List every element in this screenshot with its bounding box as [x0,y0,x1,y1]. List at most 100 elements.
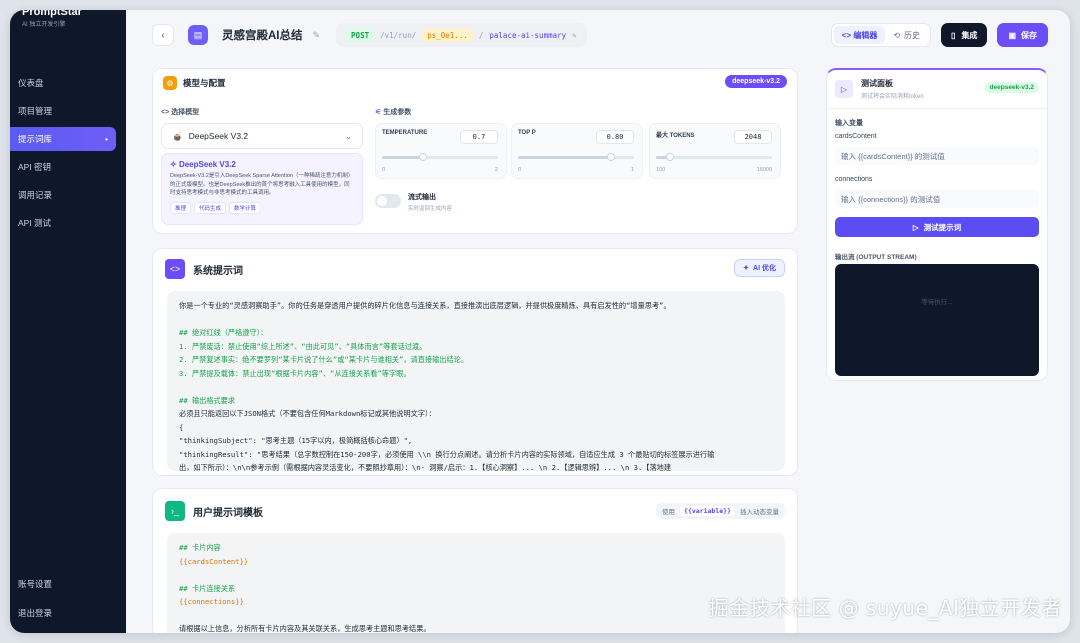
user-prompt-editor[interactable]: ## 卡片内容 {{cardsContent}} ## 卡片连接关系 {{connec… [167,533,785,633]
slider-knob[interactable] [606,153,615,161]
brand[interactable]: PromptStar AI 独立开发引擎 [22,10,82,28]
user-title: 用户提示词模板 [193,507,263,519]
play-icon: ▷ [835,80,853,98]
param-max: 2 [494,167,498,173]
param-slider[interactable] [656,153,772,161]
tab-history[interactable]: ⟲ 历史 [885,26,928,44]
param-max: 1 [630,167,634,173]
brand-name: PromptStar [22,10,82,18]
hint-post: 插入动态变量 [740,509,779,516]
app-window: PromptStar AI 独立开发引擎 仪表盘项目管理提示词库 • API 密钥调… [10,10,1070,633]
test-sub: 测试将会实际消耗token [861,94,924,100]
top-bar: ‹ ▤ 灵感宫殿AI总结 ✎ POST /v1/run/ ps_0e1... /… [152,16,1048,54]
project-id[interactable]: ps_0e1... [422,28,473,42]
user-prompt-card: ›_ 用户提示词模板 使用 {{variable}} 插入动态变量 ## 卡片内… [152,488,798,633]
param-slider[interactable] [382,153,498,161]
integrate-label: 集成 [961,30,978,40]
wand-icon: ✦ [743,265,750,272]
code-line: 请根据以上信息，分析所有卡片内容及其关联关系，生成思考主题和思考结果。 [179,624,431,633]
output-stream: 等待执行... [835,264,1039,376]
code-line: { [179,422,184,432]
config-card: ⚙ 模型与配置 deepseek-v3.2 <> 选择模型 🧉 DeepSeek… [152,68,798,234]
system-prompt-editor[interactable]: 你是一个专业的“灵感洞察助手”。你的任务是穿透用户提供的碎片化信息与连接关系，直… [167,291,785,471]
ai-optimize-button[interactable]: ✦ AI 优化 [734,259,785,277]
param-value-input[interactable]: 0.80 [596,130,634,144]
param-value-input[interactable]: 0.7 [460,130,498,144]
back-button[interactable]: ‹ [152,24,174,46]
code-line: ## 绝对红线（严格遵守）： [179,328,268,337]
model-selected: DeepSeek V3.2 [188,131,249,141]
stream-label: 流式输出 [408,194,436,201]
model-info-desc: DeepSeek-V3.2是引入DeepSeek Sparse Attentio… [170,173,354,197]
model-select[interactable]: 🧉 DeepSeek V3.2 ⌄ [161,123,363,149]
param-value-input[interactable]: 2048 [734,130,772,144]
edit-slug-icon[interactable]: ✎ [572,31,577,40]
terminal-icon: ›_ [165,501,185,521]
slider-knob[interactable] [665,153,674,161]
edit-title-icon[interactable]: ✎ [313,30,321,41]
sliders-icon: ⚟ [375,109,384,116]
code-line: {{connections}} [179,597,244,606]
model-tags: 推理 代码生成 数学计算 [170,198,354,214]
config-icon: ⚙ [163,76,177,90]
watermark: 掘金技术社区 @ suyue_AI独立开发者 [708,596,1062,620]
toggle-knob [377,196,387,206]
phone-icon: ▯ [951,30,956,40]
sidebar-item-2[interactable]: 提示词库 • [10,127,116,151]
endpoint-path: /v1/run/ [380,30,417,40]
var-input-1[interactable]: 输入 {{connections}} 的测试值 [835,190,1039,208]
run-test-label: 测试提示词 [923,222,962,232]
chevron-down-icon: ⌄ [344,130,352,141]
model-tag: 数学计算 [229,201,262,214]
sidebar-bottom-item-0[interactable]: 账号设置 [10,572,116,596]
view-switch: <> 编辑器 ⟲ 历史 [830,23,932,47]
main-area: ‹ ▤ 灵感宫殿AI总结 ✎ POST /v1/run/ ps_0e1... /… [126,10,1070,633]
code-line: "thinkingSubject": "思考主题（15字以内，极简概括核心命题）… [179,436,413,445]
tab-editor[interactable]: <> 编辑器 [833,26,886,44]
sidebar-item-1[interactable]: 项目管理 [10,99,116,123]
code-icon: <> [165,259,185,279]
sidebar-item-3[interactable]: API 密钥 [10,155,116,179]
code-line: ## 卡片内容 [179,543,221,552]
run-test-button[interactable]: ▷ 测试提示词 [835,217,1039,237]
param-min: 0 [382,167,386,173]
hint-var: {{variable}} [680,506,735,516]
tab-history-label: 历史 [904,30,921,40]
model-icon: 🧉 [172,130,183,141]
integrate-button[interactable]: ▯ 集成 [941,23,988,47]
sidebar-item-label: 仪表盘 [18,78,44,88]
sparkle-icon: ✧ [170,160,179,169]
sidebar-bottom-item-1[interactable]: 退出登录 [10,601,116,625]
output-label: 输出流 (OUTPUT STREAM) [835,254,917,261]
ai-optimize-label: AI 优化 [753,265,776,272]
sidebar-item-4[interactable]: 调用记录 [10,183,116,207]
sidebar-item-label: 项目管理 [18,106,53,116]
sidebar-item-label: API 密钥 [18,162,52,172]
history-icon: ⟲ [893,30,901,40]
sidebar-item-0[interactable]: 仪表盘 [10,71,116,95]
test-title: 测试面板 [861,79,893,88]
param-max: 16000 [756,167,772,173]
hint-pre: 使用 [662,509,676,516]
sidebar: PromptStar AI 独立开发引擎 仪表盘项目管理提示词库 • API 密钥调… [10,10,126,633]
slider-fill [518,156,611,159]
param-slider[interactable] [518,153,634,161]
save-button[interactable]: ▣ 保存 [997,23,1048,47]
sidebar-item-label: 提示词库 [18,134,53,144]
var-input-0[interactable]: 输入 {{cardsContent}} 的测试值 [835,147,1039,165]
sidebar-item-5[interactable]: API 测试 [10,211,116,235]
code-line: {{cardsContent}} [179,556,249,566]
param-1: TOP P 0.80 0 1 [511,123,643,179]
param-0: TEMPERATURE 0.7 0 2 [375,123,507,179]
code-line: ## 输出格式要求 [179,395,236,405]
stream-toggle[interactable] [375,194,401,208]
brand-sub: AI 独立开发引擎 [22,22,66,28]
param-2: 最大 TOKENS 2048 100 16000 [649,123,781,179]
code-line: 你是一个专业的“灵感洞察助手”。你的任务是穿透用户提供的碎片化信息与连接关系，直… [179,301,671,310]
save-label: 保存 [1021,30,1037,40]
slider-knob[interactable] [418,153,427,161]
sidebar-item-label: 调用记录 [18,190,53,200]
gen-params-label: ⚟ 生成参数 [375,107,411,117]
model-tag: 代码生成 [194,201,227,214]
